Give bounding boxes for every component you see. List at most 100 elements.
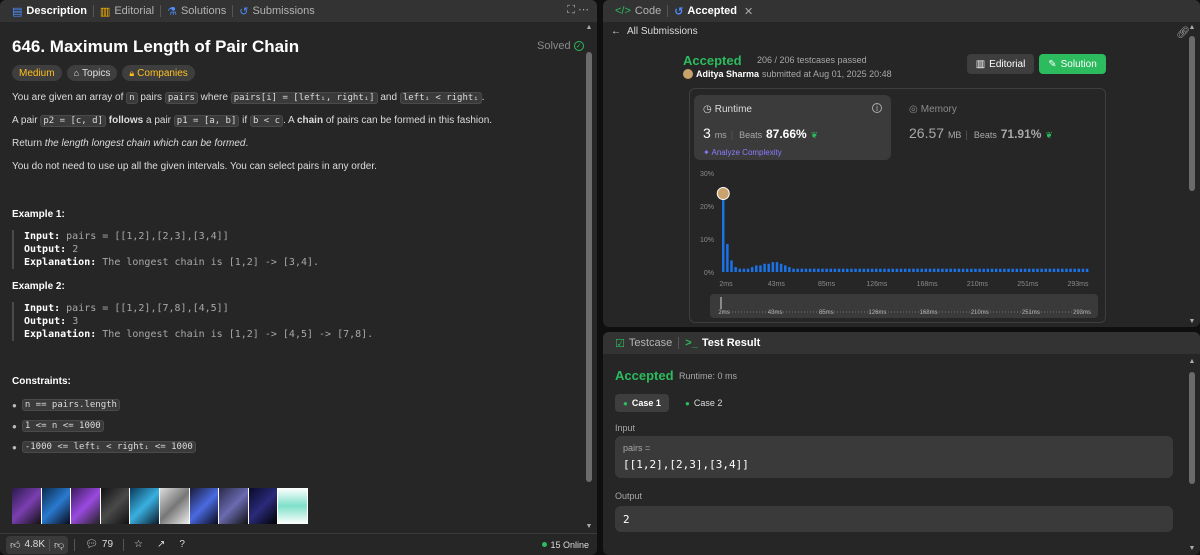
chart-bar[interactable] bbox=[1032, 268, 1035, 272]
chart-bar[interactable] bbox=[1073, 268, 1076, 272]
tab-test-result[interactable]: >_ Test Result bbox=[679, 332, 766, 354]
scroll-down-arrow[interactable]: ▼ bbox=[1188, 318, 1196, 325]
chart-bar[interactable] bbox=[763, 263, 766, 272]
companies-chip[interactable]: 🔒︎ Companies bbox=[122, 65, 195, 81]
chart-bar[interactable] bbox=[854, 268, 857, 272]
chart-bar[interactable] bbox=[755, 265, 758, 272]
close-icon[interactable]: ✕ bbox=[744, 5, 753, 18]
submission-scrollbar[interactable]: ▲ ▼ bbox=[1188, 24, 1196, 325]
maximize-icon[interactable]: ⛶ bbox=[567, 4, 575, 17]
chart-bar[interactable] bbox=[808, 268, 812, 272]
result-scrollbar[interactable]: ▲ ▼ bbox=[1188, 358, 1196, 552]
chart-bar[interactable] bbox=[903, 268, 907, 272]
tab-description[interactable]: ▤ Description bbox=[6, 0, 93, 22]
chart-bar[interactable] bbox=[957, 268, 961, 272]
scroll-up-arrow[interactable]: ▲ bbox=[1188, 24, 1196, 31]
chart-bar[interactable] bbox=[924, 268, 928, 272]
thumbnail-image[interactable] bbox=[12, 488, 41, 524]
chart-bar[interactable] bbox=[999, 268, 1002, 272]
chart-bar[interactable] bbox=[994, 268, 998, 272]
thumbnail-image[interactable] bbox=[100, 488, 130, 524]
chart-bar[interactable] bbox=[1056, 268, 1060, 272]
solution-button[interactable]: ✎ Solution bbox=[1039, 54, 1106, 74]
chart-bar[interactable] bbox=[1036, 268, 1039, 272]
chart-bar[interactable] bbox=[1085, 268, 1089, 272]
chart-bar[interactable] bbox=[932, 268, 936, 272]
tab-editorial[interactable]: ▥ Editorial bbox=[94, 0, 160, 22]
chart-bar[interactable] bbox=[941, 268, 944, 272]
share-button[interactable]: ↗ bbox=[153, 536, 169, 554]
thumbnail-image[interactable] bbox=[159, 488, 189, 524]
chart-bar[interactable] bbox=[1027, 268, 1031, 272]
chart-bar[interactable] bbox=[1019, 268, 1023, 272]
chart-bar[interactable] bbox=[846, 268, 849, 272]
chart-bar[interactable] bbox=[866, 268, 870, 272]
chart-bar[interactable] bbox=[965, 268, 969, 272]
comments-button[interactable]: 💬︎ 79 bbox=[81, 536, 117, 554]
tab-code[interactable]: </> Code bbox=[609, 0, 667, 22]
video-thumbnail-strip[interactable] bbox=[12, 488, 308, 524]
chart-bar[interactable] bbox=[767, 263, 770, 272]
chart-bar[interactable] bbox=[750, 267, 754, 272]
thumbnail-image[interactable] bbox=[278, 488, 307, 524]
scroll-down-arrow[interactable]: ▼ bbox=[585, 523, 593, 530]
chart-bar[interactable] bbox=[841, 268, 845, 272]
chart-bar[interactable] bbox=[771, 262, 775, 272]
thumbnail-image[interactable] bbox=[219, 488, 248, 524]
chart-bar[interactable] bbox=[870, 268, 874, 272]
chart-bar[interactable] bbox=[1023, 268, 1027, 272]
chart-bar[interactable] bbox=[978, 268, 981, 272]
thumbnail-image[interactable] bbox=[71, 488, 100, 524]
chart-bar[interactable] bbox=[850, 268, 853, 272]
thumbnail-image[interactable] bbox=[130, 488, 159, 524]
chart-bar[interactable] bbox=[1011, 268, 1014, 272]
chart-bar[interactable] bbox=[891, 268, 895, 272]
chart-range-slider[interactable]: 2ms 43ms 85ms 126ms 168ms 210ms 251ms 293ms bbox=[710, 294, 1098, 318]
runtime-card[interactable]: ◷ Runtime i 3 ms | Beats 87.66% ❦ ✦ Anal… bbox=[694, 95, 891, 160]
chart-bar[interactable] bbox=[883, 268, 886, 272]
range-handle[interactable] bbox=[720, 297, 722, 309]
scroll-down-arrow[interactable]: ▼ bbox=[1188, 545, 1196, 552]
chart-bar[interactable] bbox=[990, 268, 994, 272]
chart-bar[interactable] bbox=[974, 268, 977, 272]
chart-bar[interactable] bbox=[722, 189, 725, 273]
chart-bar[interactable] bbox=[949, 268, 952, 272]
chart-bar[interactable] bbox=[879, 268, 882, 272]
chart-bar[interactable] bbox=[908, 268, 911, 272]
chart-bar[interactable] bbox=[1052, 268, 1056, 272]
chart-bar[interactable] bbox=[953, 268, 957, 272]
case-1-tab[interactable]: ● Case 1 bbox=[615, 394, 669, 412]
chart-bar[interactable] bbox=[1069, 268, 1072, 272]
thumbnail-image[interactable] bbox=[248, 488, 278, 524]
chart-bar[interactable] bbox=[982, 268, 985, 272]
chart-bar[interactable] bbox=[784, 265, 787, 272]
chart-bar[interactable] bbox=[916, 268, 919, 272]
scrollbar-thumb[interactable] bbox=[586, 52, 592, 482]
chart-bar[interactable] bbox=[862, 268, 866, 272]
chart-bar[interactable] bbox=[746, 268, 750, 272]
tab-submissions[interactable]: ↺ Submissions bbox=[233, 0, 321, 22]
thumbnail-image[interactable] bbox=[41, 488, 71, 524]
chart-bar[interactable] bbox=[726, 243, 729, 272]
description-scrollbar[interactable]: ▲ ▼ bbox=[585, 24, 593, 530]
help-button[interactable]: ? bbox=[175, 536, 189, 554]
chart-bar[interactable] bbox=[800, 268, 804, 272]
chart-bar[interactable] bbox=[858, 268, 861, 272]
chart-bar[interactable] bbox=[874, 268, 878, 272]
chart-bar[interactable] bbox=[779, 263, 783, 272]
chart-bar[interactable] bbox=[829, 268, 832, 272]
chart-bar[interactable] bbox=[1044, 268, 1047, 272]
tab-solutions[interactable]: ⚗ Solutions bbox=[161, 0, 232, 22]
memory-card[interactable]: ◎ Memory 26.57 MB | Beats 71.91% ❦ bbox=[900, 95, 1100, 160]
scrollbar-thumb[interactable] bbox=[1189, 36, 1195, 191]
thumbnail-image[interactable] bbox=[189, 488, 219, 524]
analyze-complexity-link[interactable]: ✦ Analyze Complexity bbox=[703, 148, 782, 157]
topics-chip[interactable]: ⌂ Topics bbox=[66, 65, 118, 81]
chart-bar[interactable] bbox=[1015, 268, 1019, 272]
favorite-button[interactable]: ☆ bbox=[130, 536, 147, 554]
chart-bar[interactable] bbox=[887, 268, 890, 272]
tab-accepted[interactable]: ↺ Accepted ✕ bbox=[668, 0, 759, 22]
chart-bar[interactable] bbox=[812, 268, 816, 272]
chart-bar[interactable] bbox=[796, 268, 799, 272]
back-to-submissions[interactable]: ← All Submissions bbox=[611, 26, 698, 37]
